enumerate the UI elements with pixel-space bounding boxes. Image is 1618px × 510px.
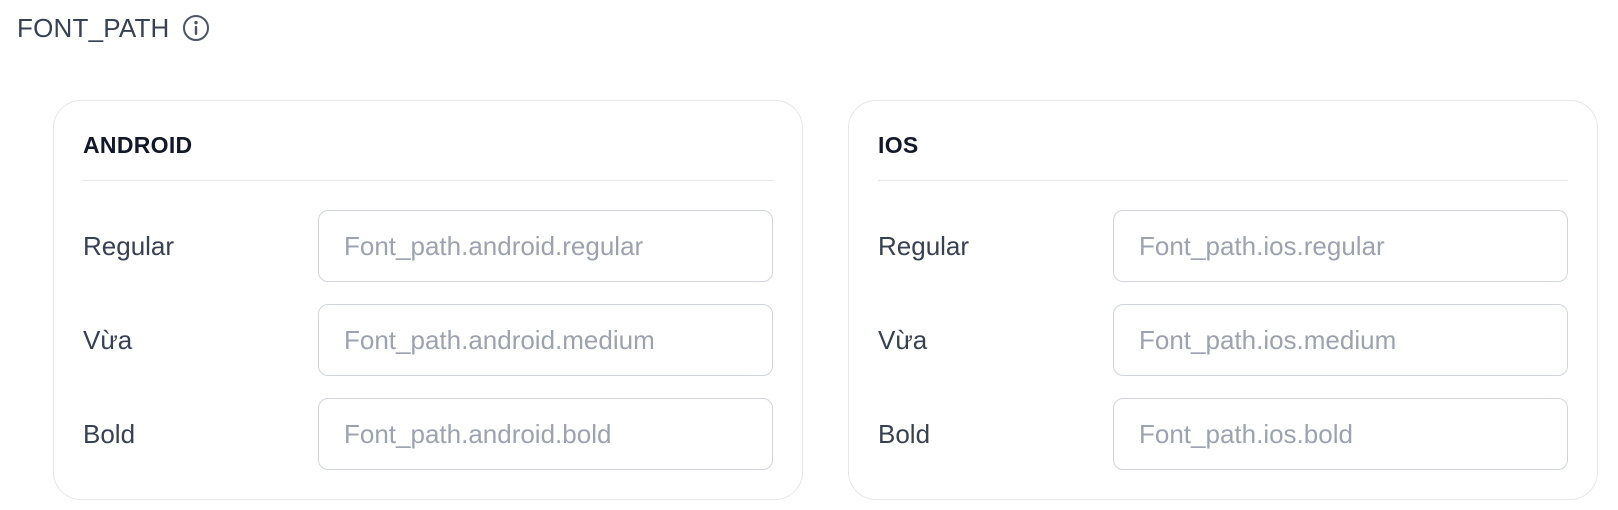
section-header: FONT_PATH (17, 10, 210, 46)
ios-regular-label: Regular (878, 231, 970, 261)
android-card: ANDROID Regular Vừa Bold (53, 100, 803, 500)
ios-regular-row: Regular (878, 210, 1568, 282)
ios-medium-row: Vừa (878, 304, 1568, 376)
info-icon[interactable] (182, 14, 210, 42)
android-medium-input[interactable] (318, 304, 773, 376)
android-medium-label: Vừa (83, 325, 133, 355)
ios-bold-row: Bold (878, 398, 1568, 470)
ios-regular-input[interactable] (1113, 210, 1568, 282)
ios-card-divider (878, 180, 1568, 181)
android-regular-row: Regular (83, 210, 773, 282)
ios-bold-label: Bold (878, 419, 931, 449)
android-card-divider (83, 180, 773, 181)
android-bold-row: Bold (83, 398, 773, 470)
android-bold-label: Bold (83, 419, 136, 449)
ios-medium-label: Vừa (878, 325, 928, 355)
section-title: FONT_PATH (17, 12, 170, 43)
android-bold-input[interactable] (318, 398, 773, 470)
android-card-title: ANDROID (83, 132, 193, 158)
ios-medium-input[interactable] (1113, 304, 1568, 376)
info-icon-graphic (182, 15, 209, 41)
android-medium-row: Vừa (83, 304, 773, 376)
android-regular-label: Regular (83, 231, 175, 261)
ios-card: IOS Regular Vừa Bold (848, 100, 1598, 500)
android-regular-input[interactable] (318, 210, 773, 282)
ios-bold-input[interactable] (1113, 398, 1568, 470)
ios-card-title: IOS (878, 132, 919, 158)
